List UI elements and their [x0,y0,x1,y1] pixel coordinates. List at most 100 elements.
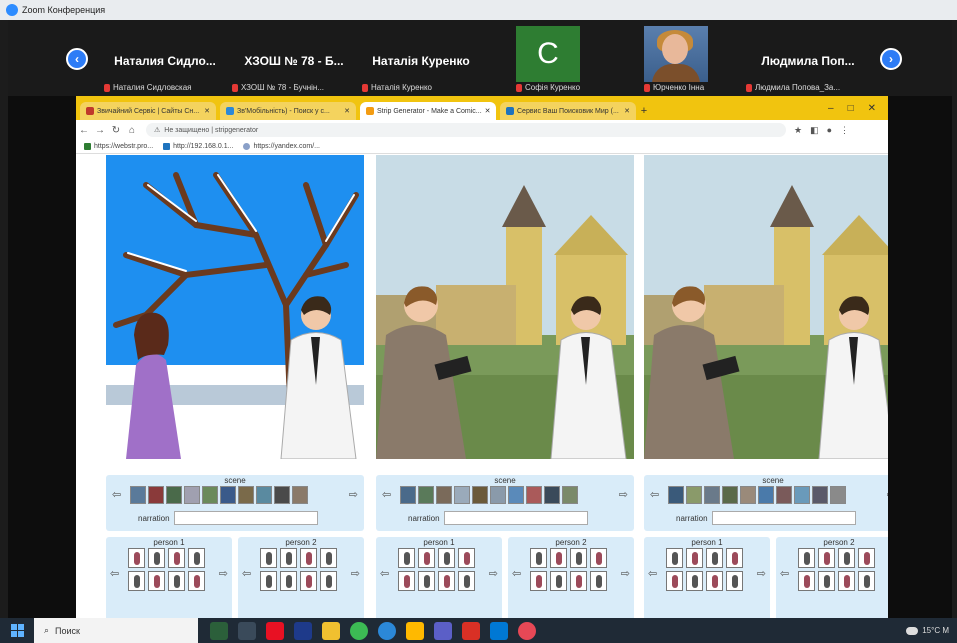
extensions-icon[interactable]: ◧ [810,125,819,136]
person-prev-arrow-icon[interactable]: ⇦ [110,567,119,580]
person-thumb[interactable] [550,571,567,591]
scene-thumb[interactable] [526,486,542,504]
person-thumb[interactable] [706,571,723,591]
bookmark-item[interactable]: https://webstr.pro... [84,143,153,150]
person-thumb[interactable] [570,548,587,568]
maximize-button[interactable]: □ [848,103,854,114]
person-next-arrow-icon[interactable]: ⇨ [219,567,228,580]
scene-next-arrow-icon[interactable]: ⇨ [887,488,888,501]
app-icon[interactable] [518,621,536,640]
person-thumb[interactable] [398,571,415,591]
close-window-button[interactable]: ✕ [868,103,876,114]
person-thumb[interactable] [530,571,547,591]
person-prev-arrow-icon[interactable]: ⇦ [648,567,657,580]
participant-tile[interactable]: С Софія Куренко [516,24,606,92]
scene-thumb[interactable] [256,486,272,504]
person-thumb[interactable] [260,571,277,591]
scene-thumb[interactable] [704,486,720,504]
scene-thumb[interactable] [130,486,146,504]
scene-thumb[interactable] [148,486,164,504]
prev-participants-button[interactable]: ‹ [66,48,88,70]
person-thumb[interactable] [818,548,835,568]
person-thumb[interactable] [530,548,547,568]
scene-thumb[interactable] [508,486,524,504]
new-tab-button[interactable]: + [636,102,652,120]
scene-thumb[interactable] [292,486,308,504]
person-thumb[interactable] [590,571,607,591]
person-thumb[interactable] [726,548,743,568]
person-thumb[interactable] [798,571,815,591]
app-icon[interactable] [406,621,424,640]
app-icon[interactable] [210,621,228,640]
file-explorer-icon[interactable] [322,621,340,640]
forward-icon[interactable]: → [92,125,108,136]
person-thumb[interactable] [398,548,415,568]
close-tab-icon[interactable]: ✕ [204,107,210,115]
person-thumb[interactable] [798,548,815,568]
scene-prev-arrow-icon[interactable]: ⇦ [382,488,391,501]
person-thumb[interactable] [300,571,317,591]
word-icon[interactable] [490,621,508,640]
scene-next-arrow-icon[interactable]: ⇨ [349,488,358,501]
scene-thumb[interactable] [668,486,684,504]
person-prev-arrow-icon[interactable]: ⇦ [242,567,251,580]
person-thumb[interactable] [438,548,455,568]
scene-thumb[interactable] [740,486,756,504]
person-next-arrow-icon[interactable]: ⇨ [489,567,498,580]
scene-thumb[interactable] [202,486,218,504]
scene-thumb[interactable] [722,486,738,504]
person-thumb[interactable] [260,548,277,568]
scene-thumb[interactable] [794,486,810,504]
person-thumb[interactable] [818,571,835,591]
minimize-button[interactable]: – [828,103,834,114]
browser-tab[interactable]: Звичайний Сервіс | Сайты Сн... ✕ [80,102,216,120]
participant-tile[interactable]: ХЗОШ № 78 - Б... ХЗОШ № 78 - Бучнін... [232,24,356,92]
close-tab-icon[interactable]: ✕ [485,107,491,115]
participant-tile[interactable]: Людмила Поп... Людмила Попова_За... [746,24,870,92]
person-thumb[interactable] [168,548,185,568]
powerpoint-icon[interactable] [462,621,480,640]
scene-prev-arrow-icon[interactable]: ⇦ [112,488,121,501]
browser-tab[interactable]: Сервис Ваш Поисковик Мир (... ✕ [500,102,636,120]
scene-next-arrow-icon[interactable]: ⇨ [619,488,628,501]
scene-thumb[interactable] [166,486,182,504]
person-prev-arrow-icon[interactable]: ⇦ [512,567,521,580]
photoshop-icon[interactable] [294,621,312,640]
person-next-arrow-icon[interactable]: ⇨ [757,567,766,580]
scene-thumb[interactable] [490,486,506,504]
person-thumb[interactable] [458,548,475,568]
menu-icon[interactable]: ⋮ [840,125,849,136]
scene-thumb[interactable] [400,486,416,504]
start-button[interactable] [0,618,34,643]
taskbar-search[interactable]: ⌕ Поиск [34,618,198,643]
scene-thumb[interactable] [274,486,290,504]
zoom-icon[interactable] [434,621,452,640]
scene-thumb[interactable] [830,486,846,504]
browser-tab-active[interactable]: Strip Generator - Make a Comic... ✕ [360,102,496,120]
person-next-arrow-icon[interactable]: ⇨ [621,567,630,580]
scene-thumb[interactable] [436,486,452,504]
weather-icon[interactable] [906,626,919,635]
narration-input[interactable] [711,511,856,525]
bookmark-item[interactable]: https://yandex.com/... [243,143,320,150]
person-thumb[interactable] [666,571,683,591]
person-thumb[interactable] [726,571,743,591]
chrome-icon[interactable] [350,621,368,640]
participant-tile[interactable]: Юрченко Інна [644,24,740,92]
reload-icon[interactable]: ↻ [108,125,124,136]
person-prev-arrow-icon[interactable]: ⇦ [380,567,389,580]
scene-thumb[interactable] [812,486,828,504]
scene-thumb[interactable] [454,486,470,504]
person-thumb[interactable] [686,548,703,568]
participant-tile[interactable]: Наталія Куренко Наталія Куренко [362,24,480,92]
bookmark-item[interactable]: http://192.168.0.1... [163,143,233,150]
scene-thumb[interactable] [686,486,702,504]
browser-tab[interactable]: Зв'Мобільність) - Поиск у с... ✕ [220,102,356,120]
person-prev-arrow-icon[interactable]: ⇦ [780,567,789,580]
participant-tile[interactable]: Наталия Сидло... Наталия Сидловская [104,24,226,92]
scene-thumb[interactable] [776,486,792,504]
close-tab-icon[interactable]: ✕ [344,107,350,115]
person-thumb[interactable] [188,548,205,568]
close-tab-icon[interactable]: ✕ [624,107,630,115]
home-icon[interactable]: ⌂ [124,125,140,136]
